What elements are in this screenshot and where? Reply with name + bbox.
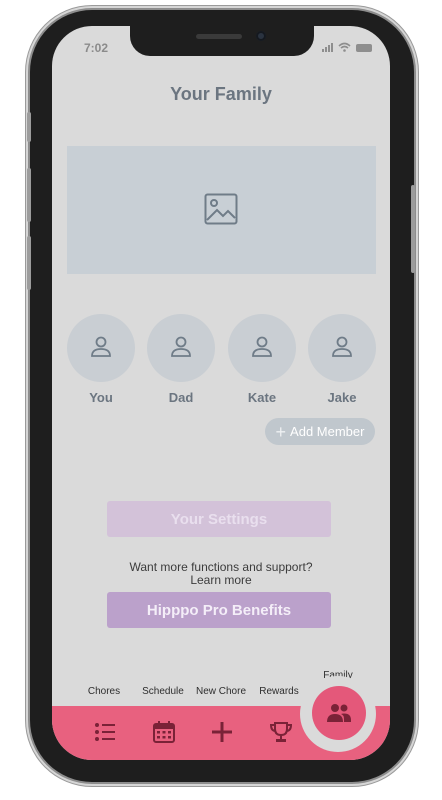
family-photo-placeholder[interactable] (67, 146, 376, 274)
image-icon (204, 193, 238, 225)
member-name: Jake (327, 390, 357, 405)
user-icon (332, 336, 352, 357)
promo-text: Want more functions and support? Learn m… (52, 561, 390, 587)
people-icon (327, 704, 351, 722)
user-icon (91, 336, 111, 357)
avatar (147, 314, 215, 382)
status-time: 7:02 (84, 41, 109, 55)
mute-switch (27, 112, 31, 142)
user-icon (252, 336, 272, 357)
avatar (308, 314, 376, 382)
member-name: Dad (168, 390, 194, 405)
tab-new-chore-label: New Chore (195, 686, 247, 697)
plus-icon[interactable] (210, 720, 234, 744)
add-member-label: Add Member (290, 424, 365, 439)
trophy-icon[interactable] (269, 720, 293, 744)
learn-more-link[interactable]: Learn more (52, 574, 390, 587)
battery-icon (356, 44, 372, 52)
avatar (228, 314, 296, 382)
tab-rewards-label: Rewards (259, 686, 299, 697)
add-member-button[interactable]: + Add Member (265, 418, 375, 445)
front-camera (256, 31, 266, 41)
member-dad[interactable]: Dad (146, 314, 216, 405)
speaker (196, 34, 242, 39)
page-title: Your Family (170, 84, 272, 104)
volume-down-button (27, 236, 31, 290)
notch (130, 26, 314, 56)
tab-chores-label: Chores (87, 686, 121, 697)
screen: 7:02 Your Family You Dad Kate Jake + Add… (52, 26, 390, 760)
tab-schedule-label: Schedule (142, 686, 184, 697)
checklist-icon[interactable] (93, 720, 117, 744)
wifi-icon (338, 42, 351, 52)
member-you[interactable]: You (66, 314, 136, 405)
member-jake[interactable]: Jake (307, 314, 377, 405)
volume-up-button (27, 168, 31, 222)
pro-benefits-button[interactable]: Hipppo Pro Benefits (107, 592, 331, 628)
calendar-icon[interactable] (152, 720, 176, 744)
plus-icon: + (275, 421, 287, 442)
your-settings-button[interactable]: Your Settings (107, 501, 331, 537)
member-name: You (89, 390, 113, 405)
member-name: Kate (247, 390, 277, 405)
tab-family[interactable] (312, 686, 366, 740)
status-icons (322, 42, 372, 52)
user-icon (171, 336, 191, 357)
avatar (67, 314, 135, 382)
power-button (411, 185, 415, 273)
signal-icon (322, 43, 333, 52)
member-kate[interactable]: Kate (227, 314, 297, 405)
